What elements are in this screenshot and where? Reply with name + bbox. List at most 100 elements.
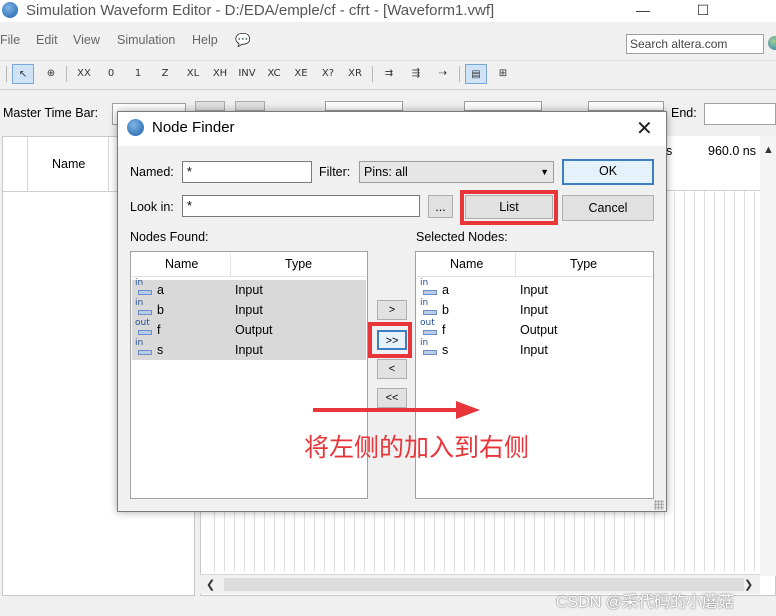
- watermark: CSDN @采代码的小蘑菇: [556, 594, 735, 611]
- vertical-scrollbar[interactable]: ▲: [760, 136, 776, 576]
- minimize-icon[interactable]: —: [620, 0, 666, 22]
- input-pin-icon: in: [420, 278, 438, 298]
- count-value-icon[interactable]: XC: [263, 64, 285, 84]
- remove-all-button[interactable]: <<: [377, 388, 407, 408]
- force-unknown-icon[interactable]: XX: [73, 64, 95, 84]
- window-titlebar: Simulation Waveform Editor - D:/EDA/empl…: [0, 0, 776, 22]
- col-type-header[interactable]: Type: [285, 257, 312, 271]
- node-type: Input: [235, 283, 263, 297]
- node-type: Input: [520, 343, 548, 357]
- input-pin-icon: in: [420, 338, 438, 358]
- list-item[interactable]: in a Input: [417, 278, 652, 300]
- pointer-input[interactable]: [325, 101, 403, 111]
- resize-grip-icon[interactable]: [654, 500, 664, 510]
- force-low-icon[interactable]: 0: [100, 64, 122, 84]
- menu-simulation[interactable]: Simulation: [117, 33, 175, 47]
- time-scale-label: 960.0 ns: [708, 144, 756, 158]
- time-bar-next-button[interactable]: [235, 101, 265, 111]
- scroll-up-icon[interactable]: ▲: [763, 144, 774, 156]
- node-name: a: [157, 283, 164, 297]
- filter-select[interactable]: Pins: all ▼: [359, 161, 554, 183]
- run-timing-sim-icon[interactable]: ⇶: [405, 64, 427, 84]
- run-functional-sim-icon[interactable]: ⇉: [378, 64, 400, 84]
- invert-icon[interactable]: INV: [236, 64, 258, 84]
- cancel-button[interactable]: Cancel: [562, 195, 654, 221]
- search-input[interactable]: Search altera.com: [626, 34, 764, 54]
- named-input[interactable]: *: [182, 161, 312, 183]
- time-bar-prev-button[interactable]: [195, 101, 225, 111]
- node-type: Input: [235, 343, 263, 357]
- list-item[interactable]: out f Output: [417, 318, 652, 340]
- node-name: a: [442, 283, 449, 297]
- output-pin-icon: out: [135, 318, 153, 338]
- col-name-header[interactable]: Name: [165, 257, 198, 271]
- node-name: s: [442, 343, 449, 357]
- dialog-title: Node Finder: [152, 119, 235, 136]
- scroll-left-icon[interactable]: ❮: [206, 578, 215, 591]
- menu-edit[interactable]: Edit: [36, 33, 58, 47]
- close-icon[interactable]: ✕: [636, 116, 653, 141]
- weak-low-icon[interactable]: XL: [182, 64, 204, 84]
- toolbar-separator: [459, 66, 460, 82]
- menu-help[interactable]: Help: [192, 33, 218, 47]
- force-high-icon[interactable]: 1: [127, 64, 149, 84]
- help-chat-icon[interactable]: 💬: [235, 33, 251, 48]
- look-in-label: Look in:: [130, 200, 174, 214]
- chevron-down-icon: ▼: [540, 167, 549, 177]
- node-type: Input: [520, 303, 548, 317]
- globe-icon[interactable]: [768, 36, 776, 50]
- column-divider: [515, 253, 516, 277]
- list-item[interactable]: in b Input: [417, 298, 652, 320]
- toolbar-separator: [6, 66, 7, 82]
- filter-label: Filter:: [319, 165, 351, 179]
- overwrite-clock-icon[interactable]: XR: [344, 64, 366, 84]
- force-z-icon[interactable]: Z: [154, 64, 176, 84]
- node-finder-icon: [127, 119, 144, 136]
- maximize-icon[interactable]: ☐: [680, 0, 726, 22]
- master-time-bar-label: Master Time Bar:: [3, 106, 99, 120]
- selection-tool-icon[interactable]: ↖: [12, 64, 34, 84]
- scroll-right-icon[interactable]: ❯: [744, 578, 753, 591]
- nodes-found-header: Name Type: [132, 253, 366, 277]
- menu-file[interactable]: File: [0, 33, 20, 47]
- annotation-text: 将左侧的加入到右侧: [304, 433, 530, 462]
- insert-node-icon[interactable]: ⊞: [492, 64, 514, 84]
- arbitrary-value-icon[interactable]: XE: [290, 64, 312, 84]
- node-type: Output: [235, 323, 273, 337]
- dialog-titlebar: Node Finder ✕: [118, 112, 666, 146]
- start-input[interactable]: [588, 101, 664, 111]
- menu-view[interactable]: View: [73, 33, 100, 47]
- named-label: Named:: [130, 165, 174, 179]
- ok-button[interactable]: OK: [562, 159, 654, 185]
- highlight-box: [368, 322, 412, 358]
- node-name: f: [157, 323, 161, 337]
- weak-high-icon[interactable]: XH: [209, 64, 231, 84]
- remove-selected-button[interactable]: <: [377, 359, 407, 379]
- column-divider: [108, 137, 109, 192]
- list-item[interactable]: in s Input: [132, 338, 366, 360]
- browse-button[interactable]: ...: [428, 195, 453, 218]
- nodes-found-label: Nodes Found:: [130, 230, 209, 244]
- node-name: f: [442, 323, 446, 337]
- end-input[interactable]: [704, 103, 776, 125]
- zoom-tool-icon[interactable]: ⊕: [40, 64, 62, 84]
- col-type-header[interactable]: Type: [570, 257, 597, 271]
- toolbar-separator: [372, 66, 373, 82]
- random-value-icon[interactable]: X?: [317, 64, 339, 84]
- list-item[interactable]: in s Input: [417, 338, 652, 360]
- snap-to-grid-icon[interactable]: ▤: [465, 64, 487, 84]
- col-name-header[interactable]: Name: [450, 257, 483, 271]
- add-selected-button[interactable]: >: [377, 300, 407, 320]
- selected-nodes-label: Selected Nodes:: [416, 230, 508, 244]
- list-item[interactable]: in a Input: [132, 278, 366, 300]
- input-pin-icon: in: [420, 298, 438, 318]
- look-in-input[interactable]: *: [182, 195, 420, 217]
- list-item[interactable]: in b Input: [132, 298, 366, 320]
- node-type: Input: [235, 303, 263, 317]
- list-item[interactable]: out f Output: [132, 318, 366, 340]
- input-pin-icon: in: [135, 338, 153, 358]
- generate-netlist-icon[interactable]: ⇢: [432, 64, 454, 84]
- toolbar-separator: [66, 66, 67, 82]
- interval-input[interactable]: [464, 101, 542, 111]
- quartus-app-icon: [2, 2, 18, 18]
